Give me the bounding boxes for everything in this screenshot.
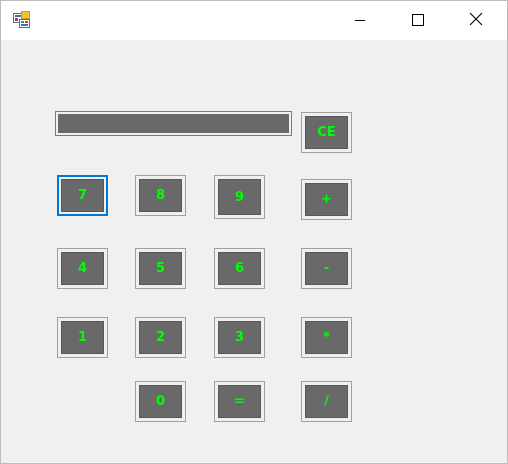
- digit-4-button[interactable]: 4: [57, 248, 108, 289]
- divide-label: /: [305, 385, 348, 418]
- digit-9-label: 9: [218, 179, 261, 215]
- multiply-label: *: [305, 321, 348, 354]
- digit-8-label: 8: [139, 179, 182, 212]
- minus-label: -: [305, 252, 348, 285]
- digit-2-button[interactable]: 2: [135, 317, 186, 358]
- clear-entry-button[interactable]: CE: [301, 112, 352, 153]
- maximize-button[interactable]: [389, 1, 447, 40]
- app-icon[interactable]: [13, 11, 31, 28]
- minus-button[interactable]: -: [301, 248, 352, 289]
- digit-8-button[interactable]: 8: [135, 175, 186, 216]
- title-bar[interactable]: [1, 1, 507, 40]
- multiply-button[interactable]: *: [301, 317, 352, 358]
- result-display[interactable]: [55, 111, 292, 136]
- digit-5-button[interactable]: 5: [135, 248, 186, 289]
- digit-1-button[interactable]: 1: [57, 317, 108, 358]
- plus-button[interactable]: +: [301, 179, 352, 220]
- digit-7-button[interactable]: 7: [57, 175, 108, 216]
- clear-entry-label: CE: [305, 116, 348, 149]
- close-icon: [469, 11, 483, 30]
- digit-2-label: 2: [139, 321, 182, 354]
- digit-0-button[interactable]: 0: [135, 381, 186, 422]
- plus-label: +: [305, 183, 348, 216]
- digit-5-label: 5: [139, 252, 182, 285]
- digit-1-label: 1: [61, 321, 104, 354]
- digit-7-label: 7: [61, 179, 104, 212]
- digit-9-button[interactable]: 9: [214, 175, 265, 219]
- minimize-icon: [354, 11, 366, 30]
- divide-button[interactable]: /: [301, 381, 352, 422]
- minimize-button[interactable]: [331, 1, 389, 40]
- digit-3-button[interactable]: 3: [214, 317, 265, 358]
- result-display-text: [58, 114, 289, 133]
- maximize-icon: [412, 11, 424, 30]
- equals-button[interactable]: =: [214, 381, 265, 422]
- digit-6-label: 6: [218, 252, 261, 285]
- close-button[interactable]: [447, 1, 505, 40]
- calculator-window: CE 7 8 9 + 4 5 6 - 1 2 3 * 0 = /: [0, 0, 508, 464]
- digit-6-button[interactable]: 6: [214, 248, 265, 289]
- digit-4-label: 4: [61, 252, 104, 285]
- equals-label: =: [218, 385, 261, 418]
- digit-3-label: 3: [218, 321, 261, 354]
- digit-0-label: 0: [139, 385, 182, 418]
